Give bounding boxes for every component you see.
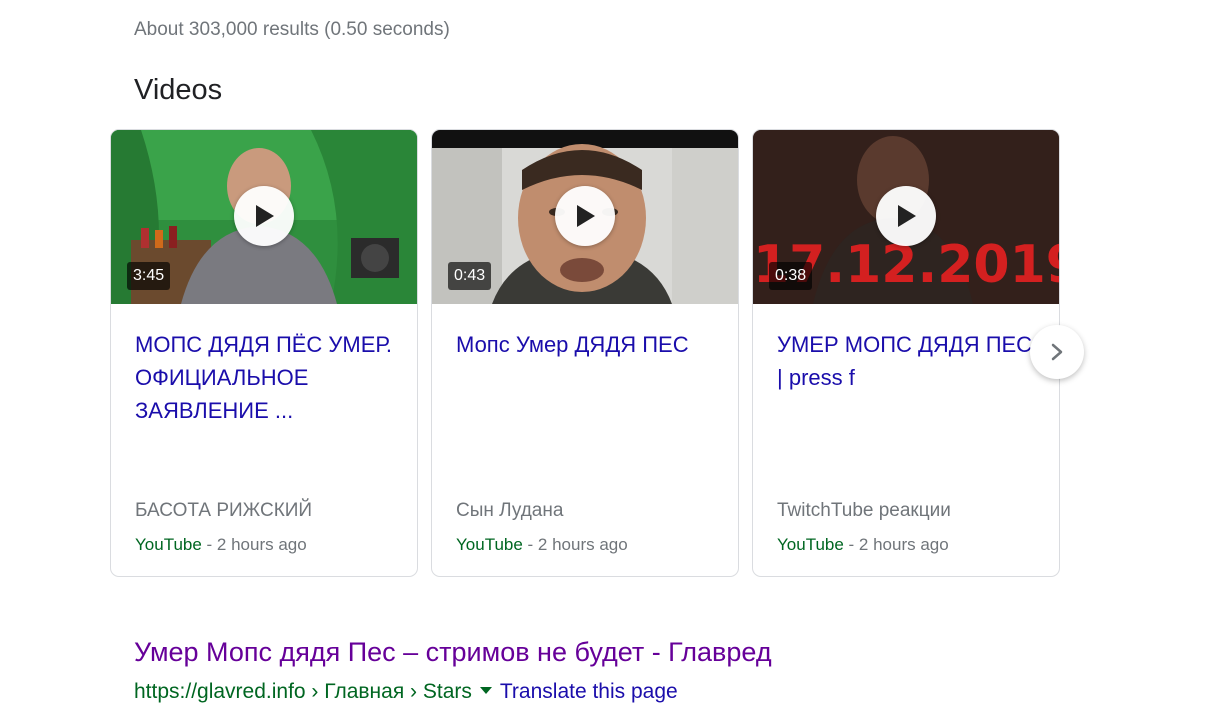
video-channel: TwitchTube реакции <box>777 500 951 521</box>
search-results-page: About 303,000 results (0.50 seconds) Vid… <box>0 0 1226 710</box>
play-icon <box>898 205 916 227</box>
result-breadcrumb: https://glavred.info › Главная › Stars <box>134 680 472 703</box>
play-icon <box>256 205 274 227</box>
video-thumbnail[interactable]: 0:43 <box>432 130 738 304</box>
video-carousel: 3:45 МОПС ДЯДЯ ПЁС УМЕР. ОФИЦИАЛЬНОЕ ЗАЯ… <box>110 129 1060 577</box>
video-duration: 3:45 <box>127 262 171 290</box>
video-card[interactable]: 3:45 МОПС ДЯДЯ ПЁС УМЕР. ОФИЦИАЛЬНОЕ ЗАЯ… <box>110 129 418 577</box>
video-age: - 2 hours ago <box>522 535 628 554</box>
play-button[interactable] <box>555 186 615 246</box>
translate-page-link[interactable]: Translate this page <box>500 680 678 703</box>
videos-heading: Videos <box>134 74 223 106</box>
video-source: YouTube <box>456 535 523 554</box>
video-age: - 2 hours ago <box>201 535 307 554</box>
result-stats: About 303,000 results (0.50 seconds) <box>134 19 450 40</box>
video-title-link[interactable]: Мопс Умер ДЯДЯ ПЕС <box>456 328 716 361</box>
video-channel: БАСОТА РИЖСКИЙ <box>135 500 313 521</box>
video-source: YouTube <box>777 535 844 554</box>
chevron-right-icon <box>1051 343 1063 361</box>
video-duration: 0:38 <box>769 262 813 290</box>
video-meta: YouTube - 2 hours ago <box>456 535 628 555</box>
video-title-link[interactable]: УМЕР МОПС ДЯДЯ ПЕС | press f <box>777 328 1037 394</box>
search-result-title-link[interactable]: Умер Мопс дядя Пес – стримов не будет - … <box>134 637 772 668</box>
video-duration: 0:43 <box>448 262 492 290</box>
play-icon <box>577 205 595 227</box>
video-thumbnail[interactable]: 3:45 <box>111 130 417 304</box>
video-meta: YouTube - 2 hours ago <box>777 535 949 555</box>
video-thumbnail[interactable]: 17.12.2019 0:38 <box>753 130 1059 304</box>
video-card[interactable]: 0:43 Мопс Умер ДЯДЯ ПЕС Сын Лудана YouTu… <box>431 129 739 577</box>
video-meta: YouTube - 2 hours ago <box>135 535 307 555</box>
play-button[interactable] <box>876 186 936 246</box>
video-card[interactable]: 17.12.2019 0:38 УМЕР МОПС ДЯДЯ ПЕС | pre… <box>752 129 1060 577</box>
search-result-url: https://glavred.info › Главная › Stars Tr… <box>134 680 678 704</box>
video-channel: Сын Лудана <box>456 500 564 521</box>
play-button[interactable] <box>234 186 294 246</box>
carousel-next-button[interactable] <box>1030 325 1084 379</box>
video-age: - 2 hours ago <box>843 535 949 554</box>
video-title-link[interactable]: МОПС ДЯДЯ ПЁС УМЕР. ОФИЦИАЛЬНОЕ ЗАЯВЛЕНИ… <box>135 328 395 427</box>
video-source: YouTube <box>135 535 202 554</box>
dropdown-caret-icon[interactable] <box>479 687 492 695</box>
